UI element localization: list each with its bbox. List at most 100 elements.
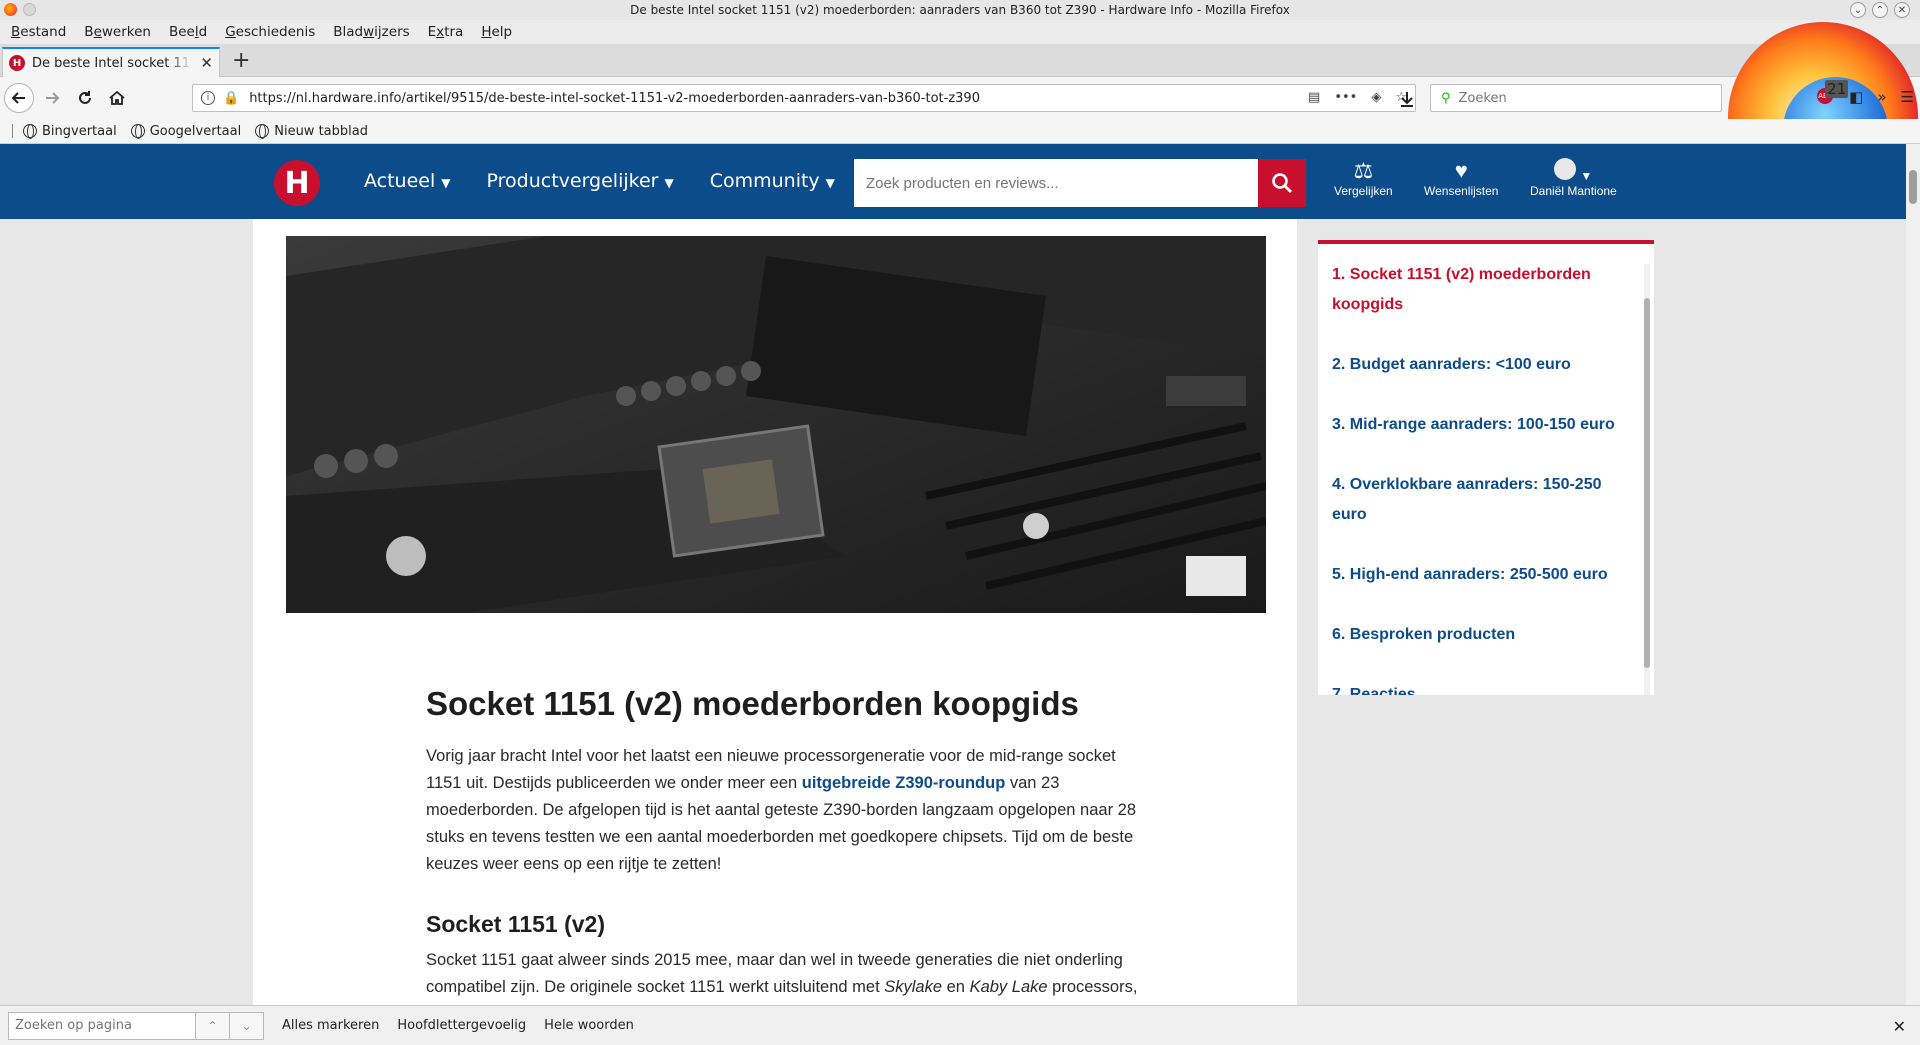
minimize-button[interactable]: ⌄ [1850, 2, 1866, 18]
toc-item[interactable]: 5. High-end aanraders: 250-500 euro [1332, 560, 1630, 590]
toc-list: 1. Socket 1151 (v2) moederborden koopgid… [1318, 244, 1654, 695]
bookmark-label: Googelvertaal [149, 123, 242, 139]
chevron-down-icon: ▼ [1580, 169, 1593, 183]
wishlists-label: Wensenlijsten [1424, 184, 1499, 198]
section-heading: Socket 1151 (v2) [426, 911, 606, 937]
bookmark-googelvertaal[interactable]: Googelvertaal [130, 123, 242, 139]
browser-search-bar[interactable]: ⚲ [1430, 84, 1722, 112]
forward-arrow-icon [46, 92, 60, 104]
browser-search-input[interactable] [1458, 90, 1709, 106]
sidebar-toggle-icon[interactable]: ◧ [1849, 88, 1863, 106]
toc-scrollbar-thumb[interactable] [1644, 298, 1650, 668]
globe-icon [23, 124, 37, 139]
back-arrow-icon [11, 92, 25, 104]
home-button[interactable] [105, 86, 129, 110]
match-case-button[interactable]: Hoofdlettergevoelig [397, 1018, 526, 1033]
avatar: ▼ [1554, 158, 1592, 184]
heart-icon: ♥ [1454, 158, 1468, 183]
window-menu-icon[interactable] [23, 3, 36, 16]
article-title: Socket 1151 (v2) moederborden koopgids [426, 685, 1079, 722]
page-actions-icon[interactable]: ••• [1334, 90, 1357, 105]
toc-item[interactable]: 6. Besproken producten [1332, 620, 1630, 650]
toc-item[interactable]: 2. Budget aanraders: <100 euro [1332, 350, 1630, 380]
window-title: De beste Intel socket 1151 (v2) moederbo… [630, 3, 1290, 17]
toc-item[interactable]: 7. Reacties [1332, 680, 1630, 695]
site-info-icon[interactable]: i [201, 91, 215, 105]
z390-roundup-link[interactable]: uitgebreide Z390-roundup [802, 774, 1006, 792]
toc-scrollbar[interactable] [1644, 264, 1650, 695]
article: Socket 1151 (v2) moederborden koopgids V… [253, 219, 1297, 1005]
body-emphasis: Kaby Lake [969, 978, 1048, 996]
extension-badge-button[interactable]: ABP 21 [1817, 80, 1849, 106]
download-icon [1401, 92, 1413, 107]
titlebar-left-icons [4, 3, 36, 16]
toc-item[interactable]: 1. Socket 1151 (v2) moederborden koopgid… [1332, 260, 1630, 320]
chevron-down-icon: ▼ [825, 176, 835, 190]
pocket-icon[interactable]: ◈ [1371, 90, 1381, 105]
hamburger-menu-icon[interactable]: ☰ [1901, 88, 1914, 106]
nav-label: Community [709, 170, 820, 192]
overflow-chevron-icon[interactable]: » [1877, 88, 1886, 106]
tab-active[interactable]: H De beste Intel socket 1151 ✕ [2, 47, 220, 77]
reader-view-icon[interactable]: ▤ [1308, 90, 1320, 105]
bookmark-bingvertaal[interactable]: Bingvertaal [23, 124, 117, 139]
find-bar: ⌃ ⌄ Alles markeren Hoofdlettergevoelig H… [0, 1005, 1920, 1045]
maximize-button[interactable]: ⌃ [1872, 2, 1888, 18]
nav-productvergelijker[interactable]: Productvergelijker ▼ [487, 170, 674, 192]
compare-label: Vergelijken [1334, 184, 1393, 198]
menu-geschiedenis[interactable]: Geschiedenis [216, 24, 324, 40]
back-button[interactable] [4, 83, 34, 113]
toolbar-extension-icons: ABP 21 ◧ » ☰ [1817, 80, 1914, 106]
chevron-down-icon: ▼ [664, 176, 674, 190]
menu-bewerken[interactable]: Bewerken [75, 24, 160, 40]
search-engine-icon[interactable]: ⚲ [1441, 91, 1451, 106]
menu-bladwijzers[interactable]: Bladwijzers [324, 24, 418, 40]
site-search-input[interactable] [854, 159, 1258, 207]
toc-item[interactable]: 4. Overklokbare aanraders: 150-250 euro [1332, 470, 1630, 530]
site-logo[interactable]: H [274, 160, 320, 206]
lock-icon: 🔒 [223, 90, 240, 106]
toc-item[interactable]: 3. Mid-range aanraders: 100-150 euro [1332, 410, 1630, 440]
globe-icon [255, 124, 270, 139]
find-next-button[interactable]: ⌄ [230, 1011, 264, 1040]
whole-words-button[interactable]: Hele woorden [544, 1018, 634, 1033]
page-scrollbar[interactable] [1906, 144, 1920, 1005]
highlight-all-button[interactable]: Alles markeren [282, 1018, 379, 1033]
bookmark-nieuw-tabblad[interactable]: Nieuw tabblad [255, 124, 368, 139]
site-search-button[interactable] [1258, 159, 1306, 207]
site-main-nav: Actueel ▼ Productvergelijker ▼ Community ▼ [364, 170, 835, 192]
close-window-button[interactable]: ✕ [1894, 2, 1910, 18]
forward-button[interactable] [40, 86, 64, 110]
bookmarks-toolbar: Bingvertaal Googelvertaal Nieuw tabblad [0, 119, 1920, 144]
menu-beeld[interactable]: Beeld [160, 24, 216, 40]
user-menu[interactable]: ▼ Daniël Mantione [1530, 158, 1617, 198]
user-name: Daniël Mantione [1530, 184, 1617, 198]
window-titlebar: De beste Intel socket 1151 (v2) moederbo… [0, 0, 1920, 20]
wishlists-link[interactable]: ♥ Wensenlijsten [1424, 158, 1498, 198]
menu-help[interactable]: Help [472, 24, 521, 40]
extension-badge-count: 21 [1825, 80, 1849, 98]
section-body: Socket 1151 gaat alweer sinds 2015 mee, … [426, 947, 1166, 1001]
url-text[interactable]: https://nl.hardware.info/artikel/9515/de… [249, 91, 980, 106]
compare-link[interactable]: ⚖ Vergelijken [1334, 158, 1393, 198]
find-previous-button[interactable]: ⌃ [196, 1011, 230, 1040]
navigation-toolbar: i 🔒 https://nl.hardware.info/artikel/951… [0, 77, 1920, 119]
nav-label: Productvergelijker [486, 170, 659, 192]
new-tab-button[interactable]: + [232, 50, 250, 72]
page-scrollbar-thumb[interactable] [1909, 170, 1917, 204]
hardware-info-favicon-icon: H [9, 55, 25, 71]
tab-strip: H De beste Intel socket 1151 ✕ + [0, 44, 1920, 77]
globe-icon [130, 124, 145, 139]
downloads-button[interactable] [1395, 87, 1419, 111]
url-bar[interactable]: i 🔒 https://nl.hardware.info/artikel/951… [192, 84, 1416, 112]
close-find-bar-icon[interactable]: ✕ [1893, 1017, 1906, 1036]
url-actions: ▤ ••• ◈ ☆ [1308, 90, 1407, 105]
tab-close-icon[interactable]: ✕ [200, 54, 213, 72]
bookmark-label: Bingvertaal [42, 123, 117, 139]
find-input[interactable] [8, 1011, 196, 1040]
menu-extra[interactable]: Extra [419, 24, 473, 40]
nav-actueel[interactable]: Actueel ▼ [364, 170, 451, 192]
reload-button[interactable] [73, 86, 97, 110]
menu-bestand[interactable]: Bestand [2, 24, 75, 40]
nav-community[interactable]: Community ▼ [710, 170, 835, 192]
